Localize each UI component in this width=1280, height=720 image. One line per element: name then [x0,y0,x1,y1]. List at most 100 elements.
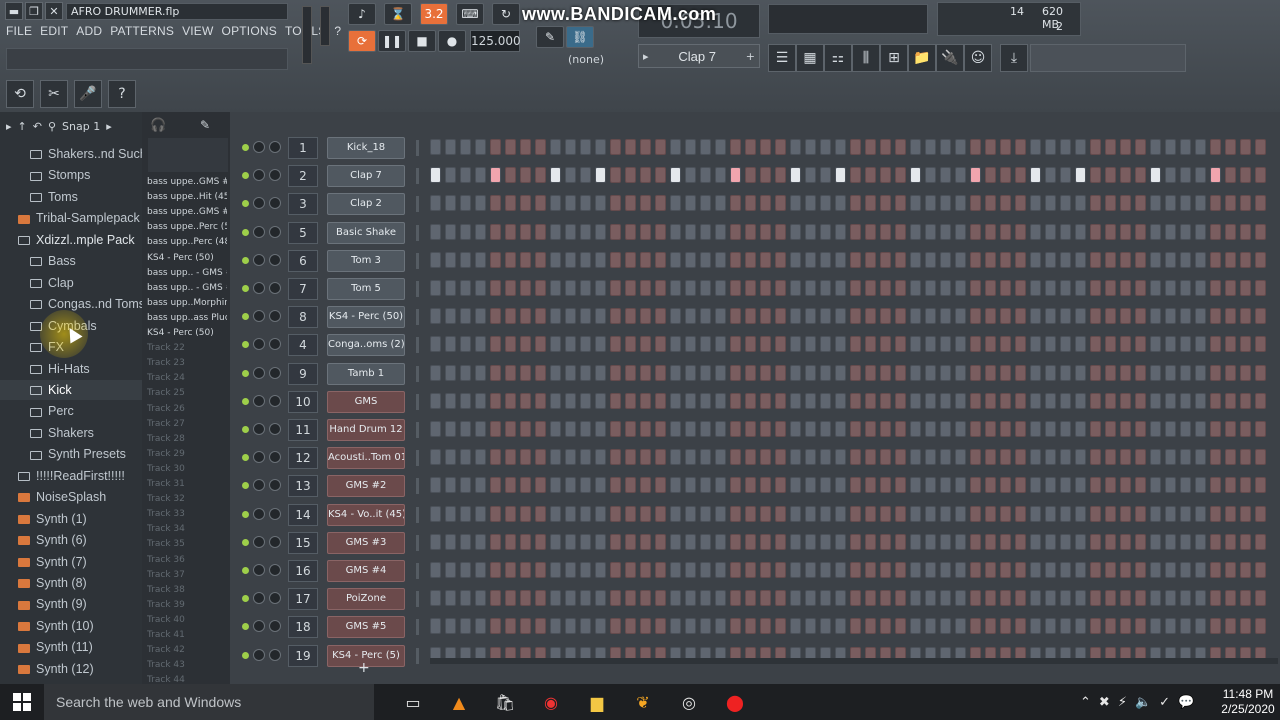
step-button[interactable] [760,139,771,155]
step-button[interactable] [580,195,591,212]
step-button[interactable] [520,139,531,155]
step-button[interactable] [655,195,666,212]
step-button[interactable] [730,280,741,296]
step-button[interactable] [1075,195,1086,212]
step-button[interactable] [1255,336,1266,353]
step-button[interactable] [430,139,441,155]
step-button[interactable] [1195,280,1206,296]
step-button[interactable] [730,336,741,353]
step-button[interactable] [520,280,531,296]
step-button[interactable] [1045,618,1056,635]
step-button[interactable] [535,223,546,240]
step-button[interactable] [880,195,891,212]
step-button[interactable] [865,280,876,296]
step-button[interactable] [895,223,906,240]
channel-select[interactable] [416,450,419,467]
step-button[interactable] [1135,336,1146,353]
step-button[interactable] [1060,618,1071,635]
step-button[interactable] [700,167,711,184]
step-button[interactable] [1255,533,1266,550]
step-button[interactable] [820,195,831,212]
playlist-track[interactable]: bass upp..Morphin [147,296,227,311]
step-button[interactable] [1210,392,1221,409]
step-button[interactable] [955,364,966,381]
step-button[interactable] [1075,167,1086,184]
step-button[interactable] [1225,251,1236,268]
step-button[interactable] [805,223,816,240]
step-button[interactable] [1120,392,1131,409]
menu-edit[interactable]: EDIT [40,24,68,42]
step-button[interactable] [1105,590,1116,607]
step-button[interactable] [805,139,816,155]
step-button[interactable] [1105,251,1116,268]
step-button[interactable] [700,505,711,522]
step-button[interactable] [1255,280,1266,296]
step-button[interactable] [1225,308,1236,325]
mixer-icon-2[interactable]: ⊞ [880,44,908,72]
channel-name-button[interactable]: Kick_18 [327,137,405,159]
step-button[interactable] [565,336,576,353]
step-button[interactable] [1165,533,1176,550]
step-button[interactable] [1090,392,1101,409]
channel-name-button[interactable]: Tamb 1 [327,362,405,385]
step-button[interactable] [550,167,561,184]
step-button[interactable] [1105,618,1116,635]
step-button[interactable] [1090,308,1101,325]
step-button[interactable] [790,562,801,578]
step-button[interactable] [535,477,546,494]
step-button[interactable] [790,533,801,550]
step-button[interactable] [1120,477,1131,494]
step-button[interactable] [1090,618,1101,635]
step-button[interactable] [1120,251,1131,268]
step-button[interactable] [475,392,486,409]
step-button[interactable] [895,421,906,437]
pan-knob[interactable] [253,592,265,605]
step-button[interactable] [985,477,996,494]
step-button[interactable] [1225,562,1236,578]
step-button[interactable] [925,505,936,522]
step-button[interactable] [715,336,726,353]
step-button[interactable] [1030,139,1041,155]
step-button[interactable] [625,167,636,184]
step-button[interactable] [1255,251,1266,268]
step-button[interactable] [505,618,516,635]
step-button[interactable] [730,251,741,268]
step-button[interactable] [865,139,876,155]
step-button[interactable] [745,618,756,635]
step-button[interactable] [490,308,501,325]
step-button[interactable] [1180,421,1191,437]
step-button[interactable] [625,562,636,578]
step-button[interactable] [1060,336,1071,353]
channel-name-button[interactable]: KS4 - Vo..it (45) [327,503,405,526]
step-button[interactable] [700,392,711,409]
step-button[interactable] [1195,562,1206,578]
step-button[interactable] [1015,336,1026,353]
playlist-track[interactable]: bass uppe..GMS # [147,205,227,220]
pan-knob[interactable] [253,366,265,379]
link-icon[interactable]: ⛓ [566,26,594,48]
step-button[interactable] [820,280,831,296]
step-button[interactable] [550,392,561,409]
step-button[interactable] [820,364,831,381]
step-button[interactable] [970,618,981,635]
step-button[interactable] [985,139,996,155]
step-button[interactable] [790,590,801,607]
step-button[interactable] [1135,167,1146,184]
step-button[interactable] [520,562,531,578]
step-button[interactable] [1075,449,1086,466]
step-button[interactable] [865,449,876,466]
step-button[interactable] [1180,392,1191,409]
step-button[interactable] [550,336,561,353]
step-button[interactable] [940,167,951,184]
step-button[interactable] [535,590,546,607]
step-button[interactable] [670,280,681,296]
step-button[interactable] [820,392,831,409]
step-button[interactable] [430,562,441,578]
step-button[interactable] [565,421,576,437]
step-button[interactable] [940,223,951,240]
channel-name-button[interactable]: Acousti..Tom 01 [327,447,405,470]
step-button[interactable] [1015,477,1026,494]
step-button[interactable] [595,364,606,381]
step-button[interactable] [490,505,501,522]
step-button[interactable] [1240,505,1251,522]
